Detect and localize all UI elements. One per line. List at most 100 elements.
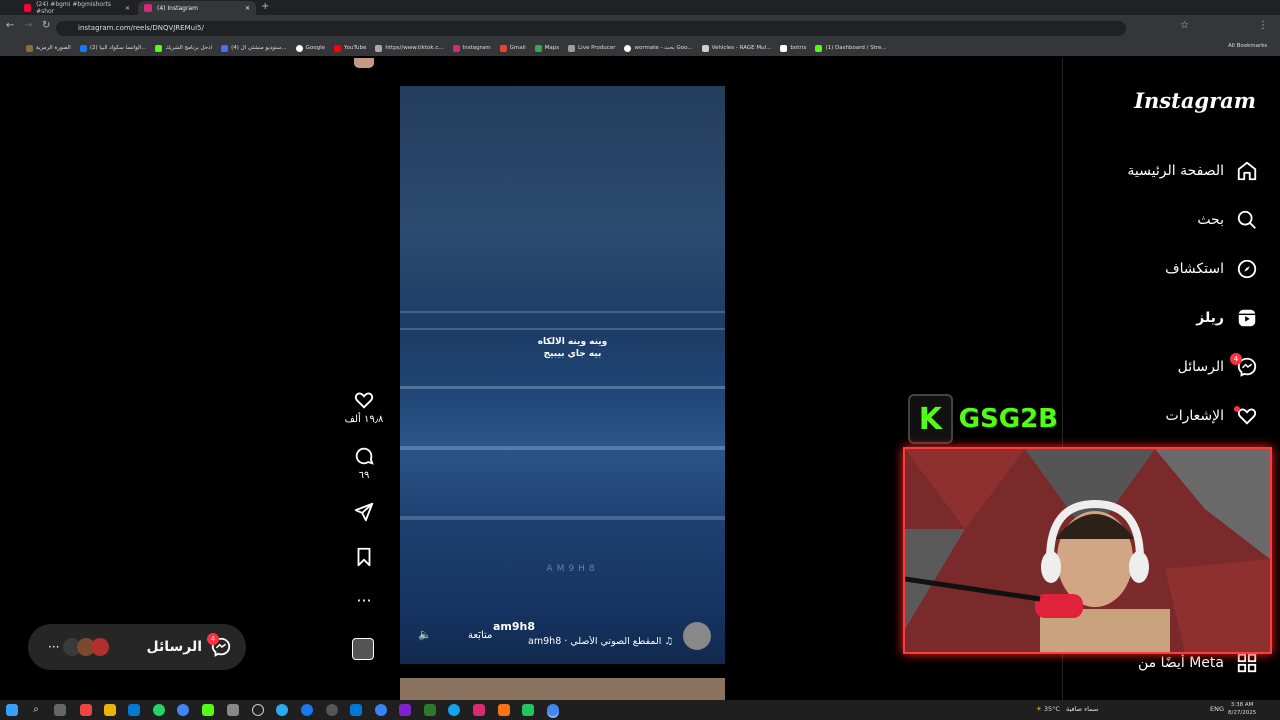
all-bookmarks[interactable]: All Bookmarks (1228, 43, 1267, 49)
instagram-icon (452, 44, 460, 52)
tab-title: (24) #bgmi #bgmishorts #shor (36, 1, 112, 15)
edge-icon[interactable] (448, 704, 460, 716)
search-icon[interactable]: ⌕ (30, 704, 42, 716)
bookmark[interactable]: Vehicles - RAGE Mul... (701, 44, 771, 52)
app-icon[interactable] (473, 704, 485, 716)
bookmark[interactable]: (2) الواتسا سكواد البيا... (79, 44, 146, 52)
messages-badge: 4 (207, 633, 219, 645)
search-icon (1237, 210, 1256, 229)
heart-icon (354, 392, 374, 409)
app-icon[interactable] (399, 704, 411, 716)
bookmark[interactable]: ادخل برنامج الشريك (155, 44, 212, 52)
more-options-button[interactable]: ··· (344, 592, 384, 610)
url-field[interactable]: instagram.com/reels/DNQVJREMui5/ (56, 21, 1126, 36)
chrome-icon[interactable] (177, 704, 189, 716)
new-tab-button[interactable]: + (261, 1, 269, 12)
prev-reel-avatar[interactable] (354, 58, 374, 68)
task-view-icon[interactable] (54, 704, 66, 716)
home-icon (1237, 161, 1257, 181)
nav-also-from-meta[interactable]: أيضًا من Meta (1138, 652, 1258, 674)
folder-icon[interactable] (104, 704, 116, 716)
reload-icon[interactable]: ↻ (42, 20, 50, 31)
audio-thumbnail[interactable] (352, 638, 374, 660)
comment-button[interactable]: ٦٩ (344, 445, 384, 481)
app-icon[interactable] (80, 704, 92, 716)
bookmark-icon (221, 44, 229, 52)
bookmark[interactable]: الصورة الرمزية (26, 44, 71, 52)
bookmark[interactable]: (4) ستوديو منشئي ال... (221, 44, 287, 52)
caption-line: بيه جاي بيبيج (543, 349, 602, 359)
nav-reels[interactable]: ريلز (1196, 307, 1258, 329)
bookmark[interactable]: wormate - بحث Goo... (624, 44, 693, 52)
maps-icon (534, 44, 542, 52)
bookmark-icon (701, 44, 709, 52)
bookmark-icon (568, 44, 576, 52)
nav-explore[interactable]: استكشاف (1165, 258, 1258, 280)
app-icon[interactable] (522, 704, 534, 716)
send-icon (354, 502, 374, 522)
app-icon[interactable] (498, 704, 510, 716)
close-icon[interactable]: ✕ (125, 5, 130, 12)
globe-icon (375, 44, 383, 52)
nav-home[interactable]: الصفحة الرئيسية (1127, 160, 1258, 182)
save-button[interactable] (344, 546, 384, 568)
comment-icon (355, 447, 374, 465)
bookmark[interactable]: YouTube (334, 44, 366, 52)
back-icon[interactable]: ← (6, 20, 14, 31)
like-button[interactable]: ١٩٫٨ ألف (344, 389, 384, 425)
instagram-logo[interactable]: Instagram (1134, 88, 1256, 113)
instagram-icon (144, 4, 152, 12)
chrome-icon[interactable] (547, 704, 559, 716)
messenger-icon[interactable] (301, 704, 313, 716)
follow-button[interactable]: متابَعة (468, 630, 492, 641)
tab-instagram[interactable]: (4) Instagram ✕ (138, 1, 256, 15)
bookmark[interactable]: botrix (780, 44, 806, 52)
kick-icon: K (918, 401, 942, 437)
messages-badge: 4 (1230, 353, 1242, 365)
app-icon[interactable] (128, 704, 140, 716)
bookmark[interactable]: (1) Dashboard / Stre... (815, 44, 887, 52)
bookmark[interactable]: Instagram (452, 44, 491, 52)
bookmark[interactable]: https//www.tiktok.c... (375, 44, 444, 52)
close-icon[interactable]: ✕ (245, 5, 250, 12)
windows-start-icon[interactable] (6, 704, 18, 716)
nav-search[interactable]: بحث (1197, 209, 1258, 231)
bookmark[interactable]: Live Producer (568, 44, 615, 52)
explore-icon (1237, 259, 1257, 279)
bookmark[interactable]: Gmail (499, 44, 526, 52)
menu-icon[interactable]: ⋮ (1258, 20, 1268, 31)
whatsapp-icon[interactable] (153, 704, 165, 716)
next-reel-preview[interactable] (400, 678, 725, 700)
app-icon[interactable] (424, 704, 436, 716)
comment-count: ٦٩ (358, 470, 370, 481)
star-icon[interactable]: ☆ (1180, 20, 1189, 31)
kick-icon[interactable] (202, 704, 214, 716)
bookmark[interactable]: Maps (534, 44, 559, 52)
obs-icon[interactable] (252, 704, 264, 716)
time: 3:38 AM (1230, 702, 1254, 708)
bookmark[interactable]: Google (295, 44, 325, 52)
gmail-icon (499, 44, 507, 52)
video-watermark: AM9H8 (546, 564, 599, 574)
forward-icon[interactable]: → (24, 20, 32, 31)
messages-pill[interactable]: ··· الرسائل (28, 624, 246, 670)
audio-label: المقطع الصوتي الأصلي · am9h8 (528, 636, 662, 647)
skype-icon[interactable] (350, 704, 362, 716)
volume-icon[interactable]: 🔈 (418, 628, 432, 641)
share-button[interactable] (344, 501, 384, 523)
app-icon[interactable] (326, 704, 338, 716)
reel-audio[interactable]: ♫ المقطع الصوتي الأصلي · am9h8 (497, 636, 673, 647)
nav-messages[interactable]: الرسائل (1178, 356, 1258, 378)
tab-youtube[interactable]: (24) #bgmi #bgmishorts #shor ✕ (18, 1, 136, 15)
language-indicator[interactable]: ENG (1210, 705, 1224, 713)
avatar[interactable] (683, 622, 711, 650)
reel-video[interactable] (400, 86, 725, 664)
kick-icon (155, 44, 163, 52)
reel-username[interactable]: am9h8 (493, 620, 535, 633)
app-icon[interactable] (227, 704, 239, 716)
nav-notifications[interactable]: الإشعارات (1166, 405, 1258, 427)
more-icon: ··· (356, 591, 372, 610)
app-icon[interactable] (375, 704, 387, 716)
telegram-icon[interactable] (276, 704, 288, 716)
clock[interactable]: 3:38 AM 8/27/2025 (1228, 701, 1256, 717)
